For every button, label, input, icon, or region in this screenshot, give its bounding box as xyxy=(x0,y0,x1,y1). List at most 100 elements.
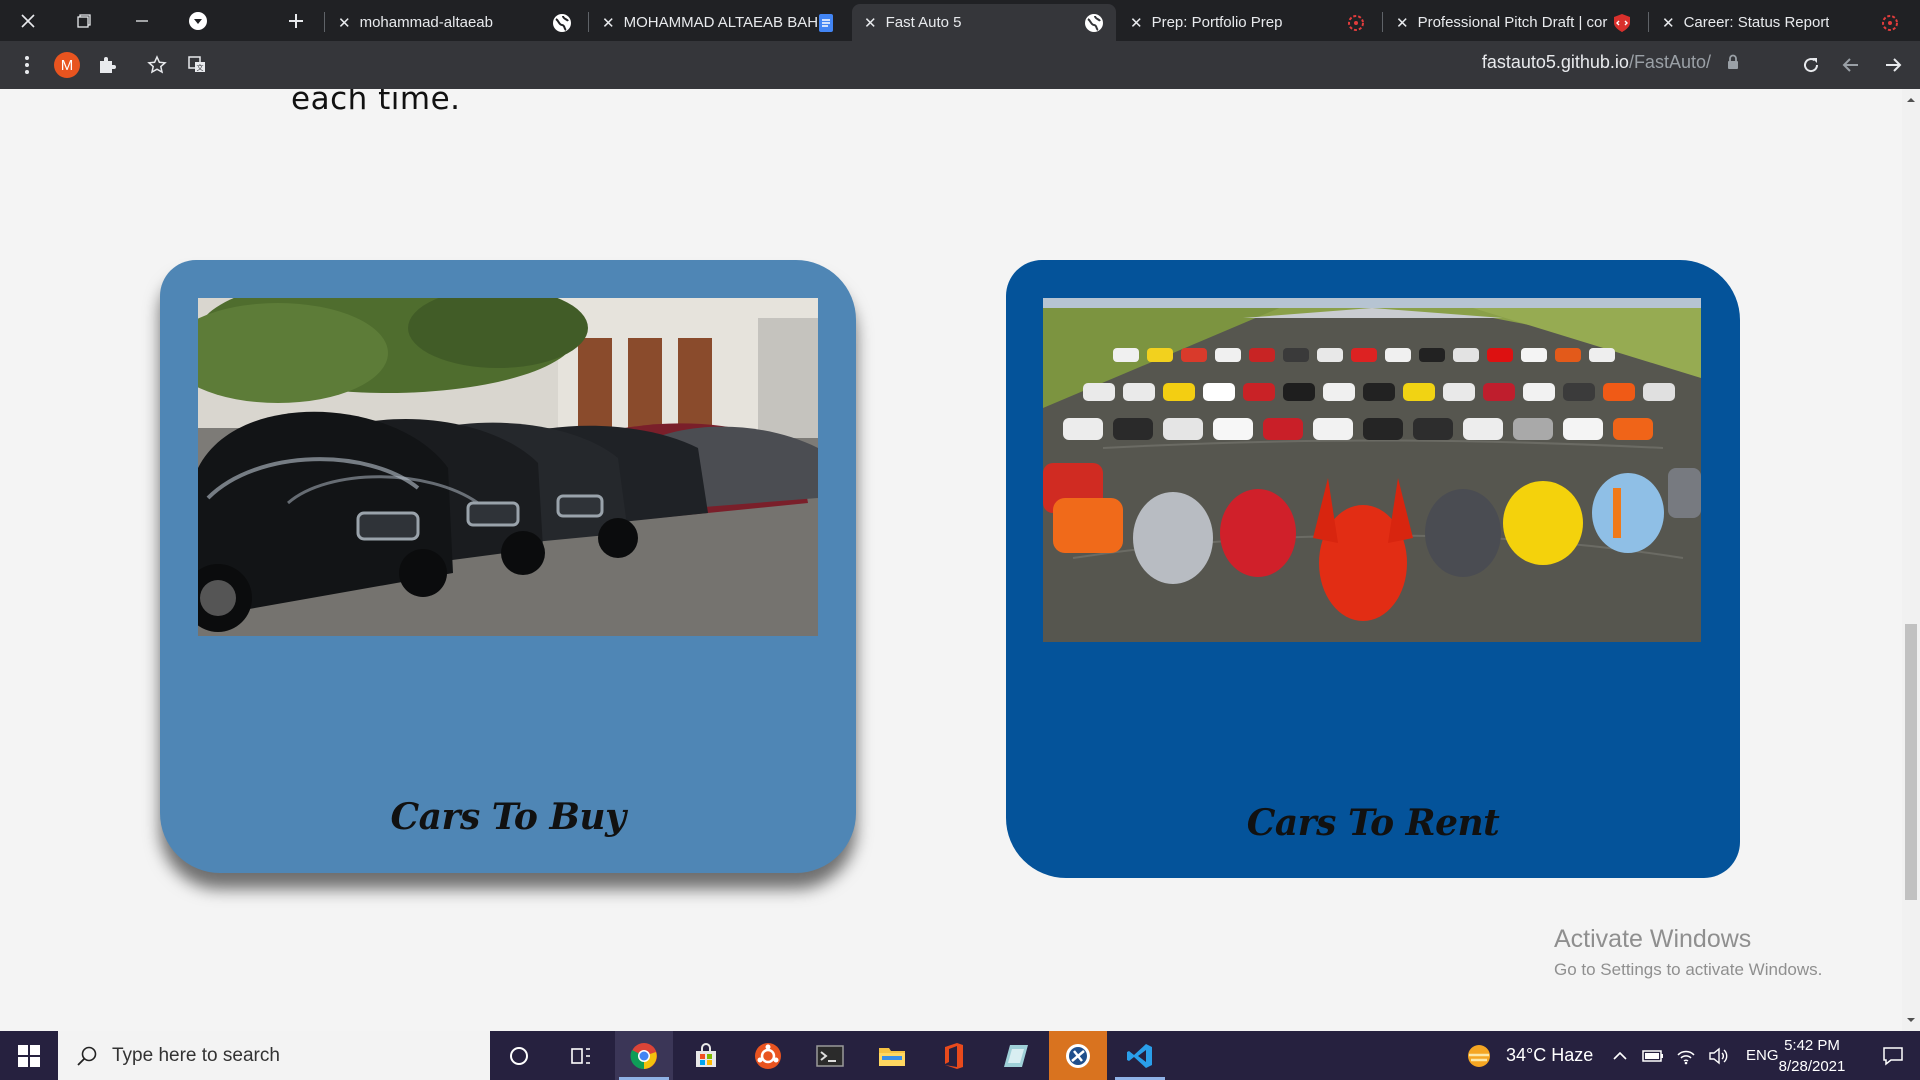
scroll-down-icon[interactable] xyxy=(1906,1015,1916,1025)
notification-icon xyxy=(1883,1046,1903,1066)
tab-portfolio-prep[interactable]: ✕ Prep: Portfolio Prep xyxy=(1118,4,1378,41)
kebab-menu-icon xyxy=(25,56,29,74)
notes-icon xyxy=(1004,1044,1028,1067)
new-tab-button[interactable] xyxy=(268,0,324,41)
chrome-taskbar-button[interactable] xyxy=(615,1031,673,1080)
network-icon[interactable] xyxy=(1676,1047,1696,1065)
start-button[interactable] xyxy=(0,1031,58,1080)
volume-icon[interactable] xyxy=(1708,1047,1730,1065)
translate-button[interactable]: 文 xyxy=(181,49,213,81)
watermark-title: Activate Windows xyxy=(1554,925,1752,953)
tab-separator xyxy=(324,12,325,32)
star-icon xyxy=(147,55,167,74)
page-viewport: each time. Cars To Buy Cars To Rent Acti… xyxy=(0,89,1902,1031)
file-explorer-icon xyxy=(879,1047,905,1066)
menu-button[interactable] xyxy=(11,49,43,81)
notes-taskbar-button[interactable] xyxy=(987,1031,1045,1080)
restore-window-button[interactable] xyxy=(56,0,112,41)
scroll-up-icon[interactable] xyxy=(1906,95,1916,105)
chrome-icon xyxy=(630,1042,657,1069)
windows-logo-icon xyxy=(18,1044,40,1067)
file-explorer-taskbar-button[interactable] xyxy=(863,1031,921,1080)
weather-text: 34°C Haze xyxy=(1506,1045,1594,1065)
watermark-subtitle: Go to Settings to activate Windows. xyxy=(1554,960,1823,979)
tab-mohammad-altaeab[interactable]: ✕ mohammad-altaeab xyxy=(326,4,584,41)
tab-close-icon[interactable]: ✕ xyxy=(864,14,877,32)
minimize-icon xyxy=(136,19,148,22)
back-button[interactable] xyxy=(1835,49,1867,81)
tab-career-status[interactable]: ✕ Career: Status Report xyxy=(1650,4,1912,41)
tab-separator xyxy=(1648,12,1649,32)
google-docs-icon xyxy=(819,14,833,32)
minimize-window-button[interactable] xyxy=(114,0,170,41)
reload-button[interactable] xyxy=(1795,49,1827,81)
office-icon xyxy=(945,1042,963,1069)
task-view-icon xyxy=(571,1047,590,1064)
canvas-icon xyxy=(1882,15,1898,31)
shield-code-icon xyxy=(1614,14,1630,32)
close-window-button[interactable] xyxy=(0,0,56,41)
snipping-icon xyxy=(1066,1043,1090,1068)
task-view-button[interactable] xyxy=(552,1031,610,1080)
forward-button[interactable] xyxy=(1877,49,1909,81)
url-path: /FastAuto/ xyxy=(1628,52,1711,72)
clock-date: 8/28/2021 xyxy=(1778,1058,1846,1075)
tab-close-icon[interactable]: ✕ xyxy=(1396,14,1409,32)
taskbar-clock[interactable]: 5:42 PM 8/28/2021 xyxy=(1766,1035,1858,1077)
supercars-runway-photo xyxy=(1043,298,1701,642)
activate-windows-watermark: Activate Windows Go to Settings to activ… xyxy=(1554,925,1822,980)
tab-close-icon[interactable]: ✕ xyxy=(602,14,615,32)
tab-close-icon[interactable]: ✕ xyxy=(1662,14,1675,32)
tab-fast-auto-5[interactable]: ✕ Fast Auto 5 xyxy=(852,4,1116,41)
tab-close-icon[interactable]: ✕ xyxy=(338,14,351,32)
cars-to-buy-card[interactable]: Cars To Buy xyxy=(160,260,856,873)
snipping-taskbar-button[interactable] xyxy=(1049,1031,1107,1080)
cortana-button[interactable] xyxy=(490,1031,548,1080)
system-tray: ENG xyxy=(1612,1031,1779,1080)
canvas-icon xyxy=(1348,15,1364,31)
terminal-icon xyxy=(816,1044,844,1067)
vscode-icon xyxy=(1127,1043,1152,1068)
bookmark-button[interactable] xyxy=(141,49,173,81)
tab-close-icon[interactable]: ✕ xyxy=(1130,14,1143,32)
vscode-taskbar-button[interactable] xyxy=(1111,1031,1169,1080)
globe-icon xyxy=(553,14,571,32)
store-icon xyxy=(696,1042,716,1067)
intro-text: each time. xyxy=(291,89,461,117)
tab-search-icon xyxy=(189,11,207,30)
show-hidden-icons-chevron[interactable] xyxy=(1612,1050,1628,1062)
weather-haze-icon xyxy=(1468,1044,1490,1067)
cars-to-rent-title[interactable]: Cars To Rent xyxy=(1006,802,1740,844)
tab-separator xyxy=(1382,12,1383,32)
tab-search-button[interactable] xyxy=(170,0,226,41)
tab-separator xyxy=(588,12,589,32)
restore-icon xyxy=(77,13,91,28)
extensions-button[interactable] xyxy=(91,49,123,81)
address-bar[interactable]: fastauto5.github.io/FastAuto/ xyxy=(1482,52,1740,73)
windows-taskbar: Type here to search 34°C Haze ENG 5:42 P… xyxy=(0,1031,1920,1080)
page-scrollbar[interactable] xyxy=(1902,89,1920,1031)
cars-to-buy-title[interactable]: Cars To Buy xyxy=(160,796,856,838)
reload-icon xyxy=(1804,58,1819,73)
puzzle-icon xyxy=(100,57,116,73)
tab-mohammad-altaeab-doc[interactable]: ✕ MOHAMMAD ALTAEAB BAH xyxy=(590,4,848,41)
clock-time: 5:42 PM xyxy=(1784,1037,1840,1054)
translate-icon: 文 xyxy=(188,56,205,72)
terminal-taskbar-button[interactable] xyxy=(801,1031,859,1080)
arrow-left-icon xyxy=(1842,58,1858,72)
scroll-thumb[interactable] xyxy=(1905,624,1917,900)
tab-professional-pitch[interactable]: ✕ Professional Pitch Draft | cor xyxy=(1384,4,1644,41)
dealership-cars-photo xyxy=(198,298,818,636)
weather-widget[interactable]: 34°C Haze xyxy=(1466,1031,1593,1080)
battery-icon[interactable] xyxy=(1642,1049,1664,1063)
ubuntu-taskbar-button[interactable] xyxy=(739,1031,797,1080)
cars-to-rent-card[interactable]: Cars To Rent xyxy=(1006,260,1740,878)
taskbar-search[interactable]: Type here to search xyxy=(58,1031,490,1080)
search-placeholder: Type here to search xyxy=(112,1044,280,1066)
action-center-button[interactable] xyxy=(1866,1031,1920,1080)
office-taskbar-button[interactable] xyxy=(925,1031,983,1080)
store-taskbar-button[interactable] xyxy=(677,1031,735,1080)
svg-text:文: 文 xyxy=(197,63,204,72)
lock-icon xyxy=(1728,54,1738,69)
profile-avatar[interactable]: M xyxy=(54,52,80,78)
